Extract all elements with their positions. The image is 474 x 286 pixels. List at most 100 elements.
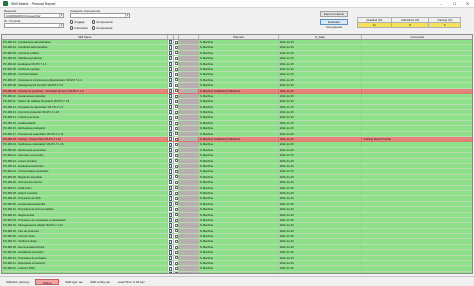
skill-name-cell: PO-MR-36 - Control vizual bbox=[2, 234, 169, 239]
status-cell bbox=[179, 77, 200, 83]
comment-cell bbox=[362, 180, 472, 184]
skill-name-cell: PO-MR-06 - Controlul datelor bbox=[2, 72, 169, 77]
skill-name-cell: PO-MR-38 - Documentatie tehnica bbox=[2, 244, 169, 250]
date-cell: 2021-12-15 bbox=[279, 169, 363, 174]
skill-name-cell: PO-MR-19 - Verificarea materialelor VR-P… bbox=[2, 142, 169, 147]
date-cell: 2021-12-15 bbox=[279, 77, 363, 83]
planned-cell: N.Machina bbox=[199, 234, 279, 239]
planned-cell: N.Machina bbox=[199, 99, 279, 104]
planned-cell: N.Machina bbox=[199, 255, 279, 261]
reporting-select[interactable]: COMOMATR Persoal Paz ▼ bbox=[4, 13, 64, 18]
user-select[interactable]: ▼ bbox=[4, 23, 64, 28]
maximize-button[interactable]: ☐ bbox=[448, 0, 461, 8]
table-row[interactable]: PO-MR-43 - Procedura de urgenta N.Machina… bbox=[2, 271, 472, 273]
column-header-planned[interactable]: Planned bbox=[199, 35, 279, 39]
planned-cell: N.Machina bbox=[199, 223, 279, 228]
date-cell: 2021-12-15 bbox=[279, 228, 363, 234]
status-cell bbox=[179, 266, 200, 271]
minimize-button[interactable]: – bbox=[435, 0, 448, 8]
planned-cell: N.Machina bbox=[199, 153, 279, 158]
column-header-comments[interactable]: Comments bbox=[362, 35, 472, 39]
status-cell bbox=[179, 174, 200, 180]
date-cell: 2021-12-15 bbox=[279, 153, 363, 158]
planned-cell: N.Machina N.Machina N.Machina bbox=[199, 88, 279, 93]
comment-cell bbox=[362, 40, 472, 44]
status-cell bbox=[179, 196, 200, 201]
status-cell bbox=[179, 239, 200, 244]
comment-cell bbox=[362, 207, 472, 211]
export-excel-button[interactable]: Export in Excel bbox=[320, 11, 348, 17]
planned-cell: N.Machina bbox=[199, 115, 279, 120]
skills-grid[interactable]: Skill Name Planned D_Date Comments PO-MR… bbox=[1, 34, 473, 274]
status-bar: Utilizator: jaccesy Ultima Raport Skill … bbox=[0, 276, 474, 286]
planned-cell: N.Machina bbox=[199, 93, 279, 99]
skill-name-cell: PO-MR-30 - Gestionarea deseurilor bbox=[2, 201, 169, 207]
comment-cell bbox=[362, 175, 472, 179]
date-cell: 2021-12-15 bbox=[279, 174, 363, 180]
status-last-report-tab[interactable]: Ultima Raport bbox=[35, 278, 60, 285]
categories-select[interactable]: ▼ bbox=[70, 13, 130, 18]
status-cell bbox=[179, 255, 200, 261]
skill-name-cell: PO-MR-08 - Managementul riscurilor VR-PO… bbox=[2, 83, 169, 88]
skill-name-cell: PO-MR-22 - Livrare produse bbox=[2, 158, 169, 163]
date-cell: 2021-12-15 bbox=[279, 207, 363, 212]
radio-competenta[interactable]: Competenta bbox=[92, 20, 113, 24]
window-title: Skill Matrix - Persoal Report bbox=[11, 1, 56, 6]
planned-cell: N.Machina bbox=[199, 212, 279, 217]
stats-value: 8 bbox=[390, 22, 430, 28]
skill-name-cell: PO-MR-15 - Analiza datelor bbox=[2, 120, 169, 126]
comment-cell bbox=[362, 110, 472, 114]
radio-dot bbox=[92, 20, 96, 24]
planned-cell: N.Machina bbox=[199, 207, 279, 212]
planned-cell: N.Machina bbox=[199, 131, 279, 137]
radio-angajat[interactable]: Angajat bbox=[70, 20, 84, 24]
evaluate-button[interactable]: Evaluare Competente bbox=[320, 19, 348, 29]
comment-cell bbox=[362, 99, 472, 103]
status-cell bbox=[179, 234, 200, 239]
date-cell: 2021-12-15 bbox=[279, 104, 363, 110]
planned-cell: N.Machina bbox=[199, 83, 279, 88]
column-header-date[interactable]: D_Date bbox=[279, 35, 363, 39]
skill-name-cell: PO-MR-18 - Testing - Proces Pilot VR-PO-… bbox=[2, 137, 169, 142]
planned-cell: N.Machina bbox=[199, 40, 279, 45]
skill-name-cell: PO-MR-04 - Evaluarea VR-PO-7.1.1 bbox=[2, 61, 169, 66]
skill-name-cell: PO-MR-27 - Audit intern bbox=[2, 185, 169, 190]
radio-instruction[interactable]: Instruction bbox=[70, 26, 88, 30]
comment-cell bbox=[362, 121, 472, 125]
skill-name-cell: PO-MR-31 - Procedura de lucru la inaltim… bbox=[2, 207, 169, 212]
planned-cell: N.Machina bbox=[199, 266, 279, 271]
date-cell: 2021-12-15 bbox=[279, 212, 363, 217]
status-cell bbox=[179, 190, 200, 196]
comment-cell bbox=[362, 56, 472, 60]
comment-cell bbox=[362, 62, 472, 66]
date-cell: 2021-12-15 bbox=[279, 131, 363, 137]
status-cell bbox=[179, 261, 200, 266]
stats-value: 3 bbox=[428, 22, 461, 28]
skill-name-cell: PO-MR-32 - Reglementari bbox=[2, 212, 169, 217]
column-header-skill[interactable]: Skill Name bbox=[2, 35, 169, 39]
window-controls: – ☐ ✕ bbox=[435, 0, 474, 8]
close-button[interactable]: ✕ bbox=[461, 0, 474, 8]
date-cell: 2021-12-15 bbox=[279, 99, 363, 104]
skill-name-cell: PO-MR-13 - Controlul productiei VR-PO-7.… bbox=[2, 110, 169, 115]
date-cell: 2021-12-15 bbox=[279, 190, 363, 196]
skill-name-cell: PO-MR-10 - Gestionarea productiei bbox=[2, 93, 169, 99]
comment-cell bbox=[362, 67, 472, 71]
date-cell: 2021-12-15 bbox=[279, 201, 363, 207]
date-cell: 2021-12-15 bbox=[279, 223, 363, 228]
comment-cell bbox=[362, 272, 472, 273]
status-user: Utilizator: jaccesy bbox=[6, 279, 30, 284]
planned-cell: N.Machina bbox=[199, 180, 279, 185]
date-cell: 2021-12-15 bbox=[279, 261, 363, 266]
status-load-time: Load Time: 0.34 sec bbox=[117, 279, 145, 284]
radio-competente[interactable]: Competente bbox=[92, 26, 113, 30]
status-cell bbox=[179, 228, 200, 234]
skill-name-cell: PO-MR-41 - Depozitare si transport bbox=[2, 261, 169, 266]
comment-cell bbox=[362, 245, 472, 249]
planned-cell: N.Machina bbox=[199, 126, 279, 131]
skill-name-cell: PO-MR-43 - Procedura de urgenta bbox=[2, 271, 169, 273]
column-header-status[interactable] bbox=[179, 35, 200, 39]
planned-cell: N.Machina bbox=[199, 163, 279, 169]
date-cell: 2021-12-15 bbox=[279, 266, 363, 271]
skill-name-cell: PO-MR-14 - Instruire personal bbox=[2, 115, 169, 120]
